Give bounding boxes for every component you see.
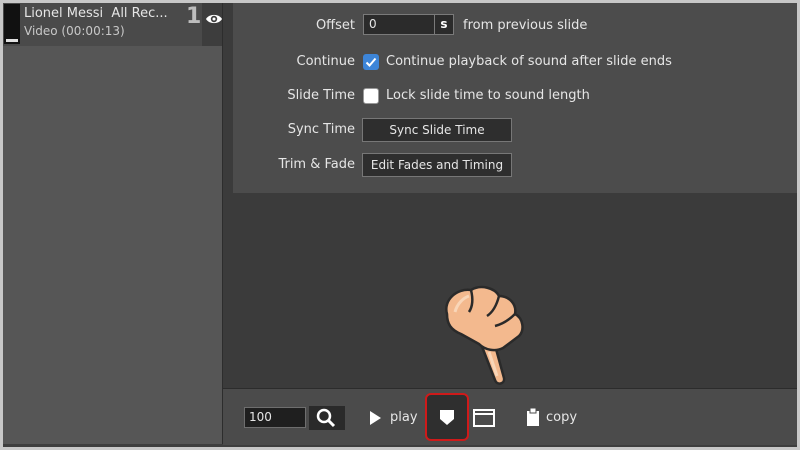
checkmark-icon (365, 57, 377, 67)
pointing-hand-icon (445, 285, 524, 385)
bottom-toolbar: 100 play copy (223, 388, 797, 445)
trim-fade-label: Trim & Fade (278, 157, 355, 172)
edit-fades-button[interactable]: Edit Fades and Timing (362, 153, 512, 177)
copy-label: copy (546, 410, 578, 425)
continue-label: Continue (296, 54, 355, 69)
eye-icon[interactable] (205, 12, 223, 26)
zoom-button[interactable] (309, 406, 345, 430)
window-icon (473, 409, 495, 427)
play-icon (370, 411, 381, 425)
copy-button[interactable]: copy (526, 407, 586, 429)
sync-slide-time-button[interactable]: Sync Slide Time (362, 118, 512, 142)
marker-button[interactable] (425, 393, 469, 441)
play-label: play (390, 410, 418, 425)
media-item-subtitle: Video (00:00:13) (24, 24, 125, 38)
marker-icon (440, 410, 454, 425)
media-item-title: Lionel Messi All Rec... (24, 6, 168, 21)
offset-input[interactable]: 0 (363, 14, 435, 35)
sync-time-label: Sync Time (287, 122, 355, 137)
media-item-number: 1 (186, 4, 202, 29)
media-list-item[interactable]: Lionel Messi All Rec... Video (00:00:13)… (3, 3, 222, 46)
window-button[interactable] (473, 409, 495, 427)
clipboard-icon (527, 407, 539, 426)
zoom-input[interactable]: 100 (244, 407, 306, 428)
sound-properties-panel: Offset 0 s from previous slide Continue … (233, 3, 797, 193)
slide-time-text: Lock slide time to sound length (386, 88, 590, 103)
continue-checkbox[interactable] (363, 54, 379, 70)
continue-text: Continue playback of sound after slide e… (386, 54, 672, 69)
play-button[interactable]: play (368, 407, 422, 429)
slide-time-checkbox[interactable] (363, 88, 379, 104)
media-list-panel: Lionel Messi All Rec... Video (00:00:13)… (3, 3, 223, 444)
offset-label: Offset (315, 18, 355, 33)
offset-unit: s (434, 14, 454, 35)
video-thumbnail (4, 4, 20, 44)
offset-suffix: from previous slide (463, 18, 588, 33)
search-icon (316, 408, 336, 428)
slide-time-label: Slide Time (287, 88, 355, 103)
